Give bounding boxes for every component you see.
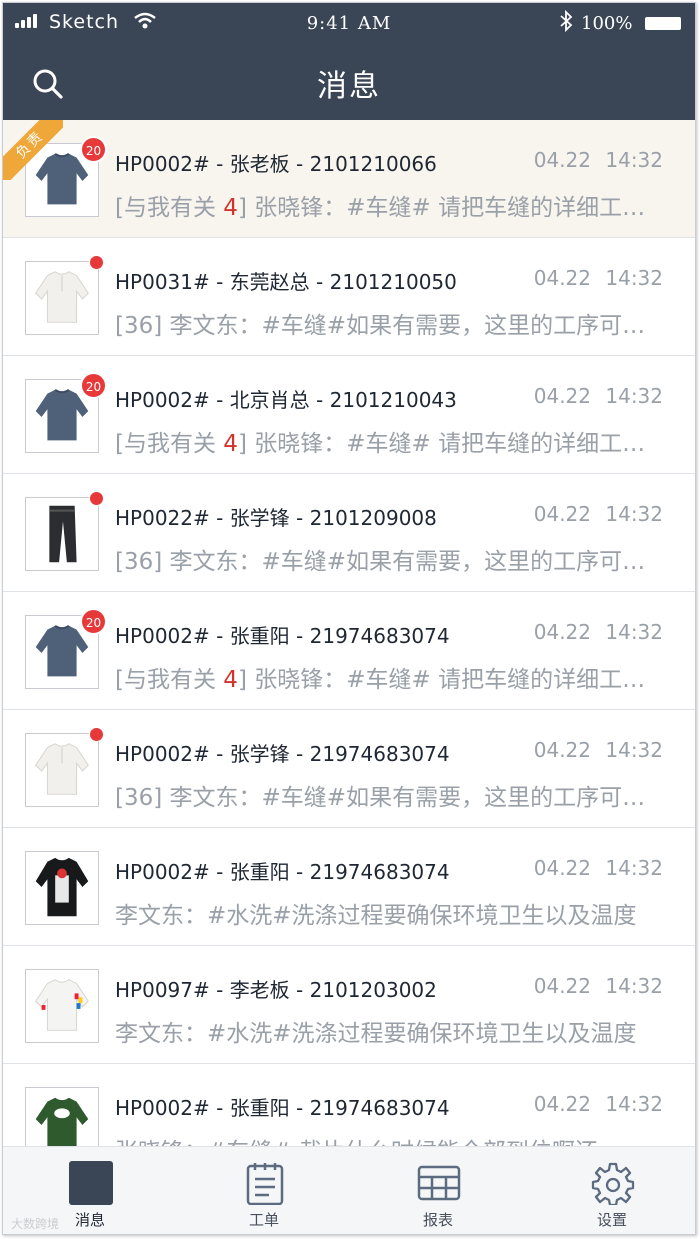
message-title: HP0002# - 北京肖总 - 2101210043 xyxy=(115,388,457,412)
message-title: HP0097# - 李老板 - 2101203002 xyxy=(115,978,437,1002)
product-thumbnail xyxy=(25,261,99,335)
message-item[interactable]: 20 HP0002# - 北京肖总 - 2101210043 04.22 14:… xyxy=(3,356,695,474)
message-preview: [与我有关 4] 张晓锋：#车缝# 请把车缝的详细工序发给我 xyxy=(115,431,663,457)
message-title: HP0031# - 东莞赵总 - 2101210050 xyxy=(115,270,457,294)
status-bar: Sketch 9:41 AM 100% xyxy=(3,3,695,43)
product-thumbnail xyxy=(25,733,99,807)
message-item[interactable]: HP0097# - 李老板 - 2101203002 04.22 14:32 李… xyxy=(3,946,695,1064)
message-time: 04.22 14:32 xyxy=(533,266,663,290)
unread-count-badge: 20 xyxy=(80,136,107,163)
product-thumbnail xyxy=(25,969,99,1043)
message-preview: [与我有关 4] 张晓锋：#车缝# 请把车缝的详细工序发给我 xyxy=(115,667,663,693)
battery-percent: 100% xyxy=(581,13,633,34)
message-preview: [36] 李文东：#车缝#如果有需要，这里的工序可以再调整 xyxy=(115,313,663,339)
clipboard-icon xyxy=(246,1163,284,1205)
message-preview: [36] 李文东：#车缝#如果有需要，这里的工序可以再调整 xyxy=(115,785,663,811)
message-preview: 李文东：#水洗#洗涤过程要确保环境卫生以及温度 xyxy=(115,903,637,929)
message-time: 04.22 14:32 xyxy=(533,148,663,172)
bluetooth-icon xyxy=(560,9,573,33)
tab-label: 报表 xyxy=(422,1211,453,1229)
message-preview: 张晓锋：#车缝# 裁片什么时候能全部到位啊还 xyxy=(115,1132,663,1146)
product-thumbnail xyxy=(25,497,99,571)
message-time: 04.22 14:32 xyxy=(533,974,663,998)
top-bar: Sketch 9:41 AM 100% 消息 xyxy=(3,3,695,120)
product-thumbnail xyxy=(25,1087,99,1146)
watermark-text: 大数跨境 xyxy=(11,1217,60,1231)
message-item[interactable]: 负责 20 HP0002# - 张老板 - 2101210066 04.22 1… xyxy=(3,120,695,238)
message-item[interactable]: HP0002# - 张重阳 - 21974683074 04.22 14:32 … xyxy=(3,1064,695,1146)
message-item[interactable]: HP0022# - 张学锋 - 2101209008 04.22 14:32 [… xyxy=(3,474,695,592)
message-preview: [与我有关 4] 张晓锋：#车缝# 请把车缝的详细工序发给我 xyxy=(115,195,663,221)
message-title: HP0002# - 张学锋 - 21974683074 xyxy=(115,742,450,766)
tab-label: 工单 xyxy=(248,1211,279,1229)
unread-count-badge: 20 xyxy=(80,372,107,399)
app-frame: Sketch 9:41 AM 100% 消息 负责 20 HP0002# - 张… xyxy=(2,2,696,1235)
tab-settings[interactable]: 设置 xyxy=(525,1147,695,1234)
message-title: HP0002# - 张重阳 - 21974683074 xyxy=(115,1096,450,1120)
unread-dot xyxy=(89,255,104,270)
message-item[interactable]: 20 HP0002# - 张重阳 - 21974683074 04.22 14:… xyxy=(3,592,695,710)
unread-dot xyxy=(89,491,104,506)
message-list[interactable]: 负责 20 HP0002# - 张老板 - 2101210066 04.22 1… xyxy=(3,120,695,1146)
nav-bar: 消息 xyxy=(3,43,695,120)
message-item[interactable]: HP0031# - 东莞赵总 - 2101210050 04.22 14:32 … xyxy=(3,238,695,356)
message-item[interactable]: HP0002# - 张学锋 - 21974683074 04.22 14:32 … xyxy=(3,710,695,828)
message-title: HP0022# - 张学锋 - 2101209008 xyxy=(115,506,437,530)
unread-dot xyxy=(89,727,104,742)
message-title: HP0002# - 张重阳 - 21974683074 xyxy=(115,860,450,884)
message-item[interactable]: HP0002# - 张重阳 - 21974683074 04.22 14:32 … xyxy=(3,828,695,946)
tab-bar: 消息 工单 报表 设置 xyxy=(3,1146,695,1234)
unread-count-badge: 20 xyxy=(80,608,107,635)
message-time: 04.22 14:32 xyxy=(533,502,663,526)
page-title: 消息 xyxy=(317,69,381,104)
message-time: 04.22 14:32 xyxy=(533,738,663,762)
tab-label: 设置 xyxy=(596,1211,627,1229)
message-time: 04.22 14:32 xyxy=(533,856,663,880)
message-time: 04.22 14:32 xyxy=(533,384,663,408)
tab-reports[interactable]: 报表 xyxy=(351,1147,525,1234)
message-preview: [36] 李文东：#车缝#如果有需要，这里的工序可以再调整 xyxy=(115,549,663,575)
table-icon xyxy=(417,1165,461,1201)
message-preview: 李文东：#水洗#洗涤过程要确保环境卫生以及温度 xyxy=(115,1021,637,1047)
gear-icon xyxy=(591,1162,635,1205)
message-time: 04.22 14:32 xyxy=(533,620,663,644)
message-title: HP0002# - 张重阳 - 21974683074 xyxy=(115,624,450,648)
responsible-ribbon: 负责 xyxy=(3,120,63,180)
tab-work-orders[interactable]: 工单 xyxy=(177,1147,351,1234)
message-icon xyxy=(69,1161,113,1205)
battery-icon xyxy=(645,17,681,30)
message-title: HP0002# - 张老板 - 2101210066 xyxy=(115,152,437,176)
message-time: 04.22 14:32 xyxy=(533,1092,663,1116)
product-thumbnail xyxy=(25,851,99,925)
